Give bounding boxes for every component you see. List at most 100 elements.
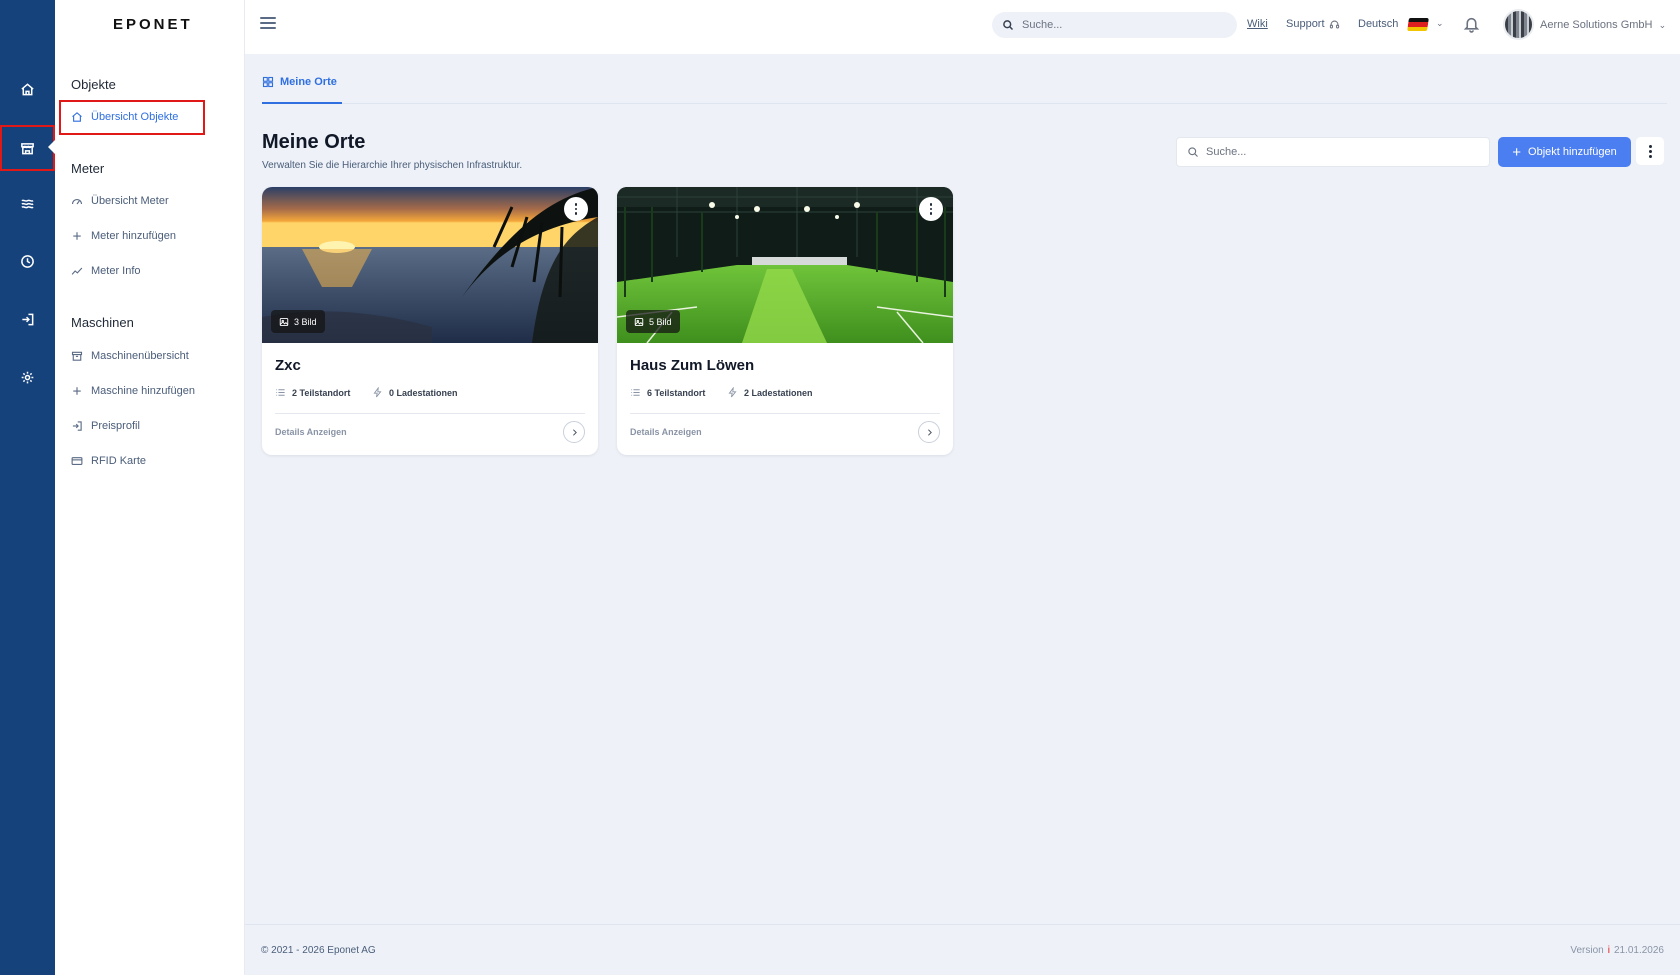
kebab-icon <box>574 203 578 215</box>
sublocation-count: 2 Teilstandort <box>292 387 351 398</box>
avatar[interactable] <box>1503 9 1534 40</box>
search-icon <box>1003 20 1014 31</box>
section-title-maschinen: Maschinen <box>71 315 134 330</box>
location-name: Haus Zum Löwen <box>630 357 755 374</box>
home-icon <box>21 82 34 95</box>
login-icon <box>22 313 34 325</box>
support-link[interactable]: Support <box>1286 18 1340 30</box>
location-card[interactable]: 3 Bild Zxc 2 Teilstandort 0 Ladestatione… <box>262 187 598 455</box>
home-icon <box>72 112 82 122</box>
page-subtitle: Verwalten Sie die Hierarchie Ihrer physi… <box>262 160 523 171</box>
chevron-down-icon: ⌄ <box>1658 20 1667 30</box>
company-label: Aerne Solutions GmbH <box>1540 19 1653 31</box>
location-card[interactable]: 5 Bild Haus Zum Löwen 6 Teilstandort 2 L… <box>617 187 953 455</box>
search-input[interactable]: Suche... <box>1176 137 1490 167</box>
details-link[interactable]: Details Anzeigen <box>630 427 702 437</box>
charger-stat: 0 Ladestationen <box>372 387 458 398</box>
more-options-button[interactable] <box>1636 137 1664 165</box>
plus-icon: + <box>1512 143 1522 161</box>
support-label: Support <box>1286 18 1325 30</box>
icon-rail <box>0 0 55 975</box>
image-icon <box>634 317 644 326</box>
page-title: Meine Orte <box>262 131 366 153</box>
image-count: 3 Bild <box>294 316 317 327</box>
global-search-input[interactable]: Suche... <box>992 12 1237 38</box>
version-label: Version <box>1570 945 1604 956</box>
sidebar-item-uebersicht-objekte[interactable]: Übersicht Objekte <box>71 107 178 127</box>
grid-icon <box>262 76 274 88</box>
plus-icon <box>73 232 81 240</box>
sidebar-item-meter-info[interactable]: Meter Info <box>71 261 141 281</box>
sidebar-item-uebersicht-meter[interactable]: Übersicht Meter <box>71 191 169 211</box>
tab-label: Meine Orte <box>280 76 337 88</box>
sidebar-item-maschine-hinzufuegen[interactable]: Maschine hinzufügen <box>71 381 195 401</box>
sidebar-item-label: Maschine hinzufügen <box>91 385 195 397</box>
version-date: 21.01.2026 <box>1613 945 1664 956</box>
card-menu-button[interactable] <box>564 197 588 221</box>
location-name: Zxc <box>275 357 301 374</box>
section-title-meter: Meter <box>71 161 105 176</box>
menu-toggle-icon[interactable] <box>260 17 276 31</box>
list-icon <box>631 389 640 396</box>
open-details-button[interactable] <box>563 421 585 443</box>
app-logo[interactable]: EPONET <box>113 16 193 33</box>
sidebar-item-preisprofil[interactable]: Preisprofil <box>71 416 140 436</box>
kebab-icon <box>929 203 933 215</box>
rail-settings[interactable] <box>0 355 55 399</box>
store-icon <box>21 142 34 154</box>
sidebar-item-maschinenuebersicht[interactable]: Maschinenübersicht <box>71 346 189 366</box>
wiki-link[interactable]: Wiki <box>1247 18 1268 30</box>
sidebar-item-label: Übersicht Objekte <box>91 111 179 123</box>
chevron-down-icon[interactable]: ⌄ <box>1436 18 1444 29</box>
search-icon <box>1188 147 1198 157</box>
section-title-objekte: Objekte <box>71 77 116 92</box>
tab-bar: Meine Orte <box>262 70 1667 104</box>
waves-icon <box>21 199 34 208</box>
footer: © 2021 - 2026 Eponet AG Version i 21.01.20… <box>245 924 1680 975</box>
chevron-right-icon <box>572 428 577 436</box>
plus-icon <box>73 387 81 395</box>
card-menu-button[interactable] <box>919 197 943 221</box>
sidebar: EPONET Objekte Übersicht Objekte Meter Ü… <box>55 0 245 975</box>
company-name[interactable]: Aerne Solutions GmbH ⌄ <box>1540 19 1666 31</box>
sidebar-item-label: Meter hinzufügen <box>91 230 176 242</box>
sidebar-item-meter-hinzufuegen[interactable]: Meter hinzufügen <box>71 226 176 246</box>
bell-icon <box>1463 17 1480 33</box>
rail-login[interactable] <box>0 297 55 341</box>
version-info: Version i 21.01.2026 <box>1570 945 1664 956</box>
german-flag-icon[interactable] <box>1407 18 1429 31</box>
sidebar-item-rfid-karte[interactable]: RFID Karte <box>71 451 146 471</box>
divider <box>275 413 585 414</box>
search-placeholder: Suche... <box>1022 19 1063 31</box>
login-icon <box>72 421 82 431</box>
add-object-label: Objekt hinzufügen <box>1528 146 1617 158</box>
notification-bell-icon[interactable] <box>1463 15 1480 38</box>
location-image[interactable]: 5 Bild <box>617 187 953 343</box>
tab-meine-orte[interactable]: Meine Orte <box>262 70 342 104</box>
charger-stat: 2 Ladestationen <box>727 387 813 398</box>
image-icon <box>279 317 289 326</box>
language-label[interactable]: Deutsch <box>1358 18 1398 30</box>
open-details-button[interactable] <box>918 421 940 443</box>
card-icon <box>71 457 83 465</box>
sidebar-item-label: Meter Info <box>91 265 141 277</box>
rail-history[interactable] <box>0 239 55 283</box>
image-count-badge: 5 Bild <box>626 310 680 333</box>
info-icon[interactable]: i <box>1608 945 1610 956</box>
clock-icon <box>21 254 34 268</box>
rail-objects[interactable] <box>0 125 55 171</box>
gauge-icon <box>71 198 83 205</box>
bolt-icon <box>728 387 737 398</box>
details-link[interactable]: Details Anzeigen <box>275 427 347 437</box>
add-object-button[interactable]: + Objekt hinzufügen <box>1498 137 1631 167</box>
chevron-right-icon <box>927 428 932 436</box>
copyright: © 2021 - 2026 Eponet AG <box>261 945 376 956</box>
top-bar: Suche... Wiki Support Deutsch ⌄ Aerne So… <box>245 0 1680 54</box>
image-count: 5 Bild <box>649 316 672 327</box>
gear-icon <box>21 371 34 383</box>
location-image[interactable]: 3 Bild <box>262 187 598 343</box>
rail-meter[interactable] <box>0 181 55 225</box>
sublocation-stat: 6 Teilstandort <box>630 387 705 398</box>
rail-home[interactable] <box>0 67 55 111</box>
active-indicator <box>48 140 55 154</box>
